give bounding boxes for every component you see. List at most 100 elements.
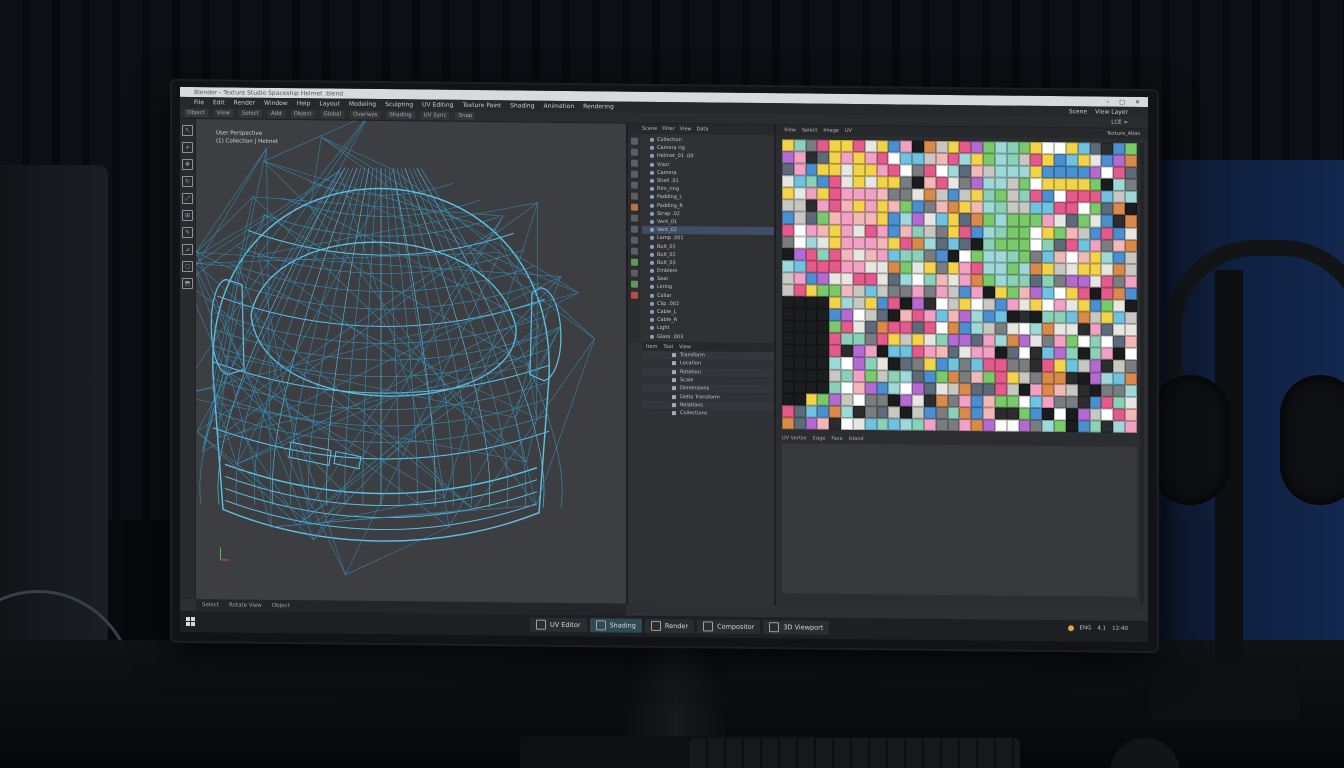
- particles-icon[interactable]: [630, 225, 638, 233]
- properties-row[interactable]: Collections: [642, 409, 774, 419]
- checkbox-icon[interactable]: [672, 394, 676, 399]
- toolbar-button[interactable]: Select: [238, 109, 262, 118]
- texture-atlas-image[interactable]: [782, 139, 1137, 433]
- physics-icon[interactable]: [630, 236, 638, 244]
- outliner-tab[interactable]: View: [680, 126, 692, 132]
- menu-item[interactable]: Edit: [213, 99, 225, 106]
- texture-properties-icon[interactable]: [630, 280, 638, 288]
- scene-properties-icon[interactable]: [630, 181, 638, 189]
- checkbox-icon[interactable]: [672, 378, 676, 383]
- toolbar-button[interactable]: Object: [184, 108, 208, 118]
- menu-item[interactable]: Help: [297, 100, 311, 107]
- texture-pixel: [1077, 347, 1090, 360]
- extrude-tool-icon[interactable]: ⬒: [182, 277, 193, 290]
- data-properties-icon[interactable]: [630, 258, 638, 266]
- properties-tab[interactable]: Tool: [663, 343, 673, 349]
- select-tool-icon[interactable]: ↖: [182, 124, 193, 137]
- windows-logo-icon[interactable]: [186, 616, 195, 627]
- add-cube-tool-icon[interactable]: ◻: [182, 260, 193, 273]
- menu-item[interactable]: Texture Paint: [462, 102, 501, 109]
- view-layer-icon[interactable]: [630, 170, 638, 178]
- checkbox-icon[interactable]: [672, 403, 676, 408]
- tool-properties-icon[interactable]: [630, 137, 638, 145]
- toolbar-button[interactable]: Global: [320, 110, 345, 119]
- toolbar-button[interactable]: Add: [267, 109, 285, 119]
- properties-tab[interactable]: Item: [646, 343, 657, 349]
- shader-icon[interactable]: [630, 291, 638, 299]
- menu-right-item[interactable]: View Layer: [1095, 109, 1128, 116]
- texture-pixel: [1030, 190, 1043, 203]
- menu-item[interactable]: Animation: [544, 103, 575, 110]
- menu-item[interactable]: UV Editing: [422, 101, 453, 108]
- scale-tool-icon[interactable]: ⤢: [182, 192, 193, 205]
- minimize-button[interactable]: –: [1106, 98, 1109, 105]
- axis-gizmo-icon[interactable]: [218, 547, 230, 561]
- maximize-button[interactable]: □: [1119, 98, 1125, 105]
- material-properties-icon[interactable]: [630, 269, 638, 277]
- rotate-tool-icon[interactable]: ↻: [182, 175, 193, 188]
- properties-tab[interactable]: View: [679, 344, 691, 350]
- texture-pixel: [1054, 347, 1066, 360]
- workspace-tab[interactable]: Compositor: [697, 619, 761, 635]
- world-properties-icon[interactable]: [630, 192, 638, 200]
- menu-item[interactable]: Shading: [510, 102, 534, 109]
- outliner-tab[interactable]: Data: [697, 126, 709, 132]
- render-properties-icon[interactable]: [630, 148, 638, 156]
- menu-item[interactable]: Rendering: [583, 103, 614, 110]
- notification-icon[interactable]: [1067, 625, 1074, 632]
- toolbar-button[interactable]: Snap: [455, 111, 476, 121]
- toolbar-button[interactable]: View: [213, 109, 233, 118]
- toolbar-button[interactable]: UV Sync: [420, 111, 450, 120]
- uv-menu-item[interactable]: Select: [802, 127, 817, 133]
- workspace-tab[interactable]: Render: [644, 618, 695, 634]
- checkbox-icon[interactable]: [672, 386, 676, 391]
- menu-item[interactable]: Modeling: [349, 101, 376, 108]
- uv-image-name[interactable]: Texture_Atlas: [1107, 131, 1140, 137]
- menu-item[interactable]: Window: [264, 100, 288, 107]
- outliner-tab[interactable]: Filter: [662, 126, 674, 132]
- workspace-tab[interactable]: UV Editor: [530, 617, 587, 633]
- helmet-wireframe[interactable]: [196, 119, 626, 604]
- transform-tool-icon[interactable]: ⊞: [182, 209, 193, 222]
- uv-menu-item[interactable]: View: [784, 127, 796, 133]
- texture-pixel: [947, 298, 960, 311]
- texture-pixel: [912, 394, 924, 407]
- texture-pixel: [923, 334, 936, 347]
- checkbox-icon[interactable]: [672, 369, 676, 374]
- outliner-row[interactable]: Glass .003: [642, 332, 774, 342]
- checkbox-icon[interactable]: [672, 361, 676, 366]
- menu-item[interactable]: Render: [234, 99, 255, 106]
- close-button[interactable]: ✕: [1135, 98, 1140, 105]
- move-tool-icon[interactable]: ✥: [182, 158, 193, 171]
- workspace-tab[interactable]: 3D Viewport: [763, 620, 830, 635]
- output-properties-icon[interactable]: [630, 159, 638, 167]
- uv-menu-item[interactable]: Image: [823, 128, 839, 134]
- uv-image-editor: View Select Image UV Texture_Atlas UV Vertex…: [774, 125, 1148, 610]
- menu-item[interactable]: Sculpting: [385, 101, 413, 108]
- texture-pixel: [876, 357, 889, 370]
- cursor-tool-icon[interactable]: +: [182, 141, 193, 154]
- menu-right-item[interactable]: Scene: [1069, 108, 1087, 115]
- toolbar-button[interactable]: Shading: [386, 111, 415, 120]
- constraints-icon[interactable]: [630, 247, 638, 255]
- workspace-tab[interactable]: Shading: [589, 618, 642, 633]
- outliner-tab[interactable]: Scene: [642, 126, 657, 132]
- texture-pixel: [1018, 298, 1031, 311]
- checkbox-icon[interactable]: [672, 411, 676, 416]
- 3d-viewport[interactable]: User Perspective (1) Collection | Helmet: [196, 119, 626, 604]
- toolbar-button[interactable]: Object: [290, 110, 315, 119]
- toolbar-button[interactable]: Overlays: [350, 110, 381, 120]
- menu-item[interactable]: Layout: [319, 100, 339, 107]
- modifier-properties-icon[interactable]: [630, 214, 638, 222]
- checkbox-icon[interactable]: [672, 353, 676, 358]
- annotate-tool-icon[interactable]: ✎: [182, 226, 193, 239]
- uv-menu-item[interactable]: UV: [845, 128, 852, 134]
- uv-scrollbar[interactable]: [1140, 142, 1144, 604]
- measure-tool-icon[interactable]: ⊿: [182, 243, 193, 256]
- texture-pixel: [888, 224, 901, 238]
- menu-item[interactable]: File: [194, 99, 204, 106]
- uv-editor-empty-area[interactable]: [782, 443, 1137, 597]
- texture-pixel: [923, 140, 936, 153]
- texture-pixel: [1054, 226, 1066, 239]
- object-properties-icon[interactable]: [630, 203, 638, 211]
